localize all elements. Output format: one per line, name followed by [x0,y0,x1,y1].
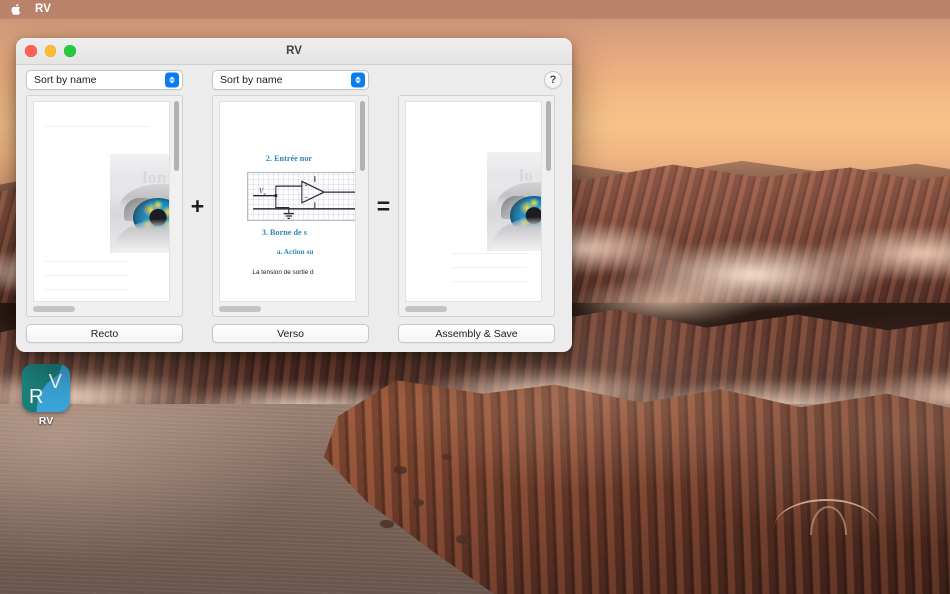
sort-dropdown-verso-value: Sort by name [220,74,283,86]
page-rule [44,289,129,291]
page-rule [44,125,151,127]
page-rule [451,253,528,255]
window-toolbar: Sort by name Sort by name ? [16,65,572,95]
action-button-row: Recto Verso Assembly & Save [16,317,572,343]
rv-app-window: RV Sort by name Sort by name ? lon + 2. … [16,38,572,352]
chevron-up-down-icon[interactable] [351,72,365,88]
sort-dropdown-verso[interactable]: Sort by name [212,70,369,90]
desktop-icon-rv[interactable]: R V RV [12,364,80,427]
page-rule [44,261,129,263]
maximize-button[interactable] [64,45,76,57]
horizontal-scrollbar[interactable] [33,306,75,312]
recto-page: lon [33,101,170,302]
verso-heading-2: 2. Entrée nor [265,153,313,163]
verso-subheading-a: a. Action su [276,247,314,257]
wallpaper-sea-rock [380,519,394,528]
page-rule [451,281,528,283]
wallpaper-sea-rock [413,498,425,506]
icon-letter-v: V [48,371,62,393]
apple-logo-icon[interactable] [9,1,23,17]
sort-dropdown-recto[interactable]: Sort by name [26,70,183,90]
close-button[interactable] [25,45,37,57]
svg-text:–: – [305,193,308,201]
icon-letter-r: R [29,386,44,408]
verso-preview-panel[interactable]: 2. Entrée nor V e + – 3. Borne de s a. A… [212,95,369,317]
minimize-button[interactable] [44,45,56,57]
menu-bar: RV [0,0,950,19]
circuit-diagram-figure: V e + – [247,171,355,222]
page-rule [451,267,528,269]
eye-photo: lo [487,151,541,252]
horizontal-scrollbar[interactable] [405,306,447,312]
eye-lower-lid [113,219,169,254]
verso-page: 2. Entrée nor V e + – 3. Borne de s a. A… [219,101,356,302]
panel-row: lon + 2. Entrée nor V e + – 3. Borne de … [16,95,572,317]
window-titlebar[interactable]: RV [16,38,572,65]
assembly-page: lo [405,101,542,302]
vertical-scrollbar[interactable] [360,101,365,171]
page-rule [44,275,129,277]
sort-dropdown-recto-value: Sort by name [34,74,97,86]
recto-preview-panel[interactable]: lon [26,95,183,317]
desktop: RV RV Sort by name Sort by name ? lon + … [0,0,950,594]
eye-lower-lid [490,217,541,252]
verso-button[interactable]: Verso [212,324,369,343]
assembly-preview-panel[interactable]: lo [398,95,555,317]
question-mark-icon: ? [549,74,557,86]
help-button[interactable]: ? [544,71,562,89]
rv-app-icon[interactable]: R V [22,364,70,412]
traffic-lights [16,45,76,57]
vertical-scrollbar[interactable] [546,101,551,171]
wallpaper-sea-rock [456,534,472,544]
verso-heading-3: 3. Borne de s [261,228,307,238]
svg-text:+: + [305,182,308,189]
vertical-scrollbar[interactable] [174,101,179,171]
horizontal-scrollbar[interactable] [219,306,261,312]
chevron-up-down-icon[interactable] [165,72,179,88]
window-title: RV [286,45,302,57]
plus-operator: + [190,192,205,219]
desktop-icon-label: RV [38,415,54,427]
menubar-app-name[interactable]: RV [28,0,58,19]
equals-operator: = [376,192,391,219]
assembly-and-save-button[interactable]: Assembly & Save [398,324,555,343]
eye-photo: lon [109,153,169,254]
verso-body-text: La tension de sortie d [252,269,314,277]
recto-button[interactable]: Recto [26,324,183,343]
